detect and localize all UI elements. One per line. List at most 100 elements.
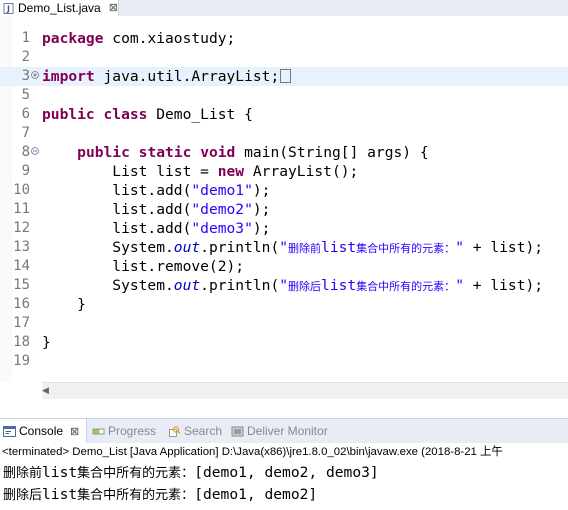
tab-label: Progress xyxy=(108,424,157,438)
code-text: list.remove(2); xyxy=(42,257,244,276)
line-number: 18 xyxy=(13,334,30,350)
code-fragment: main(String[] args) { xyxy=(235,144,429,161)
tab-console[interactable]: Console ⊠ xyxy=(0,419,87,443)
code-line: 7 xyxy=(0,124,568,143)
string-cjk: 删除前 xyxy=(288,242,322,255)
code-fragment xyxy=(42,144,77,161)
code-fragment: list.add( xyxy=(42,182,192,199)
code-line: 17 xyxy=(0,314,568,333)
code-line: 9 List list = new ArrayList(); xyxy=(0,162,568,181)
output-cjk: 集合中所有的元素： xyxy=(77,466,195,481)
tab-title: Demo_List.java xyxy=(18,1,101,15)
string-quote: " xyxy=(455,239,464,256)
code-line: 5 xyxy=(0,86,568,105)
line-number: 14 xyxy=(13,258,30,274)
string-cjk: 集合中所有的元素： xyxy=(356,242,456,255)
output-value: [demo1, demo2, demo3] xyxy=(194,464,379,481)
tab-label: Console xyxy=(19,424,64,438)
code-line: 15 System.out.println("删除后list集合中所有的元素："… xyxy=(0,276,568,295)
line-number: 11 xyxy=(13,201,30,217)
tab-demo-list-java[interactable]: J Demo_List.java ⊠ xyxy=(0,0,119,16)
output-fragment: list xyxy=(42,464,78,481)
code-line: 13 System.out.println("删除前list集合中所有的元素："… xyxy=(0,238,568,257)
line-number: 15 xyxy=(13,277,30,293)
string-literal: "删除后list集合中所有的元素：" xyxy=(279,277,464,294)
scroll-left-arrow-icon[interactable]: ◀ xyxy=(42,386,49,396)
code-line: 14 list.remove(2); xyxy=(0,257,568,276)
line-number: 17 xyxy=(13,315,30,331)
code-fragment: java.util.ArrayList; xyxy=(94,68,280,85)
code-editor[interactable]: 1 package com.xiaostudy; 2 3 import java… xyxy=(0,16,568,400)
string-literal: "删除前list集合中所有的元素：" xyxy=(279,239,464,256)
code-line: 12 list.add("demo3"); xyxy=(0,219,568,238)
close-tab-icon[interactable]: ⊠ xyxy=(109,2,118,14)
string-literal: "demo1" xyxy=(191,182,253,199)
view-tab-bar: Console ⊠ Progress Search Deliver Monito… xyxy=(0,418,568,444)
console-icon xyxy=(3,425,16,438)
output-value: [demo1, demo2] xyxy=(194,486,318,503)
line-number: 13 xyxy=(13,239,30,255)
keyword: class xyxy=(103,106,148,123)
code-fragment: ); xyxy=(252,182,271,199)
tab-deliver-monitor[interactable]: Deliver Monitor xyxy=(231,419,328,443)
code-fragment: list.add( xyxy=(42,220,192,237)
code-line: 11 list.add("demo2"); xyxy=(0,200,568,219)
string-literal: "demo2" xyxy=(191,201,253,218)
code-text: list.add("demo1"); xyxy=(42,181,270,200)
close-console-icon[interactable]: ⊠ xyxy=(70,425,79,438)
code-line: 1 package com.xiaostudy; xyxy=(0,29,568,48)
expand-fold-icon[interactable] xyxy=(31,71,39,79)
static-field: out xyxy=(173,239,201,256)
collapse-fold-icon[interactable] xyxy=(31,147,39,155)
code-line: 16 } xyxy=(0,295,568,314)
line-number: 3 xyxy=(21,68,30,84)
console-output-line: 删除前list集合中所有的元素：[demo1, demo2, demo3] xyxy=(3,462,379,484)
progress-icon xyxy=(92,425,105,438)
line-number: 8 xyxy=(21,144,30,160)
tab-search[interactable]: Search xyxy=(168,419,222,443)
tab-label: Search xyxy=(184,424,223,438)
keyword: public xyxy=(42,106,95,123)
horizontal-scrollbar[interactable]: ◀ xyxy=(42,382,568,399)
code-text: public static void main(String[] args) { xyxy=(42,143,429,162)
code-fragment: .println( xyxy=(200,277,280,294)
string-literal: "demo3" xyxy=(191,220,253,237)
static-field: out xyxy=(173,277,201,294)
string-cjk: 删除后 xyxy=(288,280,322,293)
code-fragment: System. xyxy=(42,277,174,294)
code-fragment: com.xiaostudy; xyxy=(103,30,236,47)
line-number: 1 xyxy=(21,30,30,46)
code-text: System.out.println("删除前list集合中所有的元素：" + … xyxy=(42,238,543,258)
code-fragment: + list); xyxy=(463,239,544,256)
code-fragment: list.remove(2); xyxy=(42,258,245,275)
string-fragment: list xyxy=(321,277,357,294)
svg-text:J: J xyxy=(6,4,10,13)
console-output-line: 删除后list集合中所有的元素：[demo1, demo2] xyxy=(3,484,317,506)
string-quote: " xyxy=(279,239,289,256)
line-number: 12 xyxy=(13,220,30,236)
code-text: list.add("demo2"); xyxy=(42,200,270,219)
collapsed-code-icon[interactable] xyxy=(280,69,292,83)
search-icon xyxy=(168,425,181,438)
console-status-line: <terminated> Demo_List [Java Application… xyxy=(0,443,568,461)
tab-progress[interactable]: Progress xyxy=(92,419,156,443)
java-file-icon: J xyxy=(3,2,14,14)
keyword: import xyxy=(42,68,95,85)
code-fragment: } xyxy=(42,296,86,313)
output-cjk: 删除后 xyxy=(3,488,43,503)
tab-label: Deliver Monitor xyxy=(247,424,328,438)
code-fragment: ); xyxy=(252,220,271,237)
code-text: public class Demo_List { xyxy=(42,105,253,124)
keyword: void xyxy=(200,144,236,161)
code-text: } xyxy=(42,333,51,352)
output-fragment: list xyxy=(42,486,78,503)
keyword: public xyxy=(77,144,130,161)
code-line: 3 import java.util.ArrayList; xyxy=(0,67,568,86)
code-line: 2 xyxy=(0,48,568,67)
line-number: 5 xyxy=(21,87,30,103)
line-number: 2 xyxy=(21,49,30,65)
code-line: 6 public class Demo_List { xyxy=(0,105,568,124)
line-number: 7 xyxy=(21,125,30,141)
sash[interactable] xyxy=(0,400,568,418)
code-line: 8 public static void main(String[] args)… xyxy=(0,143,568,162)
